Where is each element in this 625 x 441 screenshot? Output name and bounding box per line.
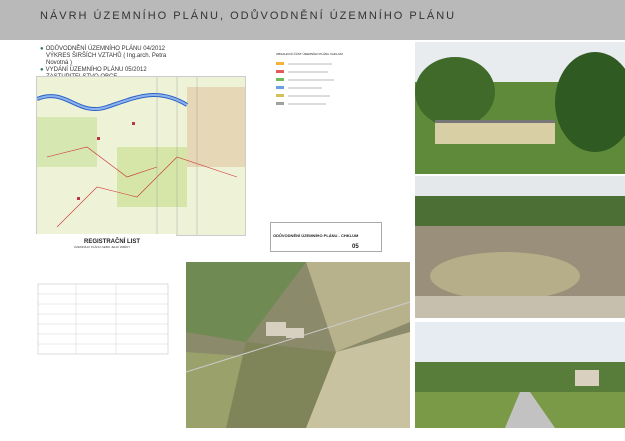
map-legend	[272, 52, 384, 217]
registration-sheet	[36, 234, 176, 424]
bullet-icon: ●	[40, 46, 44, 52]
bullet-icon: ●	[40, 67, 44, 73]
document-title: ODŮVODNĚNÍ ÚZEMNÍHO PLÁNU - CHKLUM	[273, 233, 359, 238]
description-line: ● VYDÁNÍ ÚZEMNÍHO PLÁNU 05/2012	[40, 67, 147, 73]
photo-pond	[415, 42, 625, 174]
document-number: 05	[352, 244, 359, 250]
description-line: VÝKRES ŠIRŠÍCH VZTAHŮ ( Ing.arch. Petra …	[46, 53, 167, 66]
page-title: NÁVRH ÚZEMNÍHO PLÁNU, ODŮVODNĚNÍ ÚZEMNÍH…	[40, 10, 457, 22]
aerial-photo	[186, 262, 410, 428]
regional-map	[36, 76, 246, 236]
register-subtitle: ÚZEMNÍHO PLÁNU NEBO JEHO ZMĚNY	[74, 245, 131, 249]
photo-excavation	[415, 176, 625, 318]
description-line: ● ODŮVODNĚNÍ ÚZEMNÍHO PLÁNU 04/2012	[40, 46, 165, 52]
legend-title: OBSAHOVÁ ČÁST ÚZEMNÍHO PLÁNU CHKLUM	[276, 52, 343, 56]
photo-road	[415, 322, 625, 428]
